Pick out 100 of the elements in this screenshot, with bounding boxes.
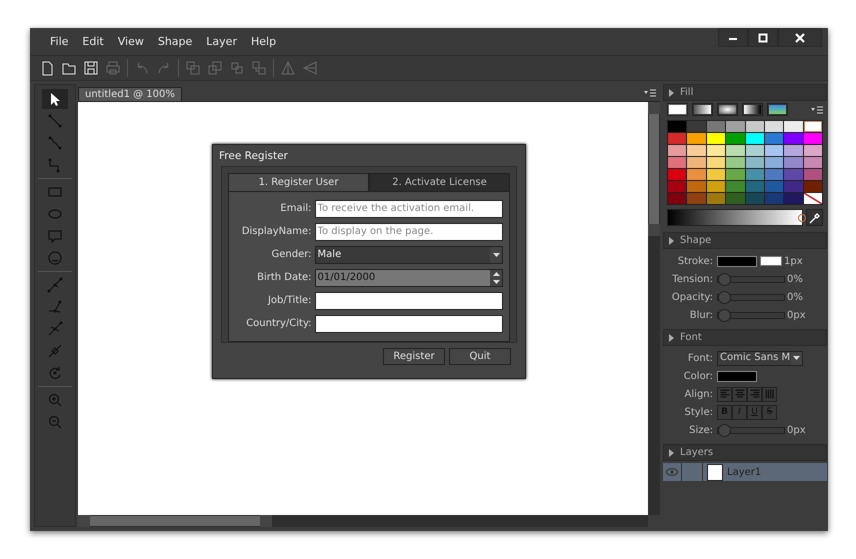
- menu-item[interactable]: Help: [250, 35, 276, 48]
- color-swatch[interactable]: [804, 157, 822, 168]
- color-swatch[interactable]: [668, 121, 686, 132]
- color-swatch[interactable]: [804, 133, 822, 144]
- color-swatch[interactable]: [764, 169, 784, 180]
- color-swatch[interactable]: [726, 121, 744, 132]
- menu-item[interactable]: View: [118, 35, 144, 48]
- menu-item[interactable]: Layer: [206, 35, 237, 48]
- document-tab[interactable]: untitled1 @ 100%: [78, 87, 182, 101]
- eyedropper-button[interactable]: [806, 209, 823, 226]
- gradient-bar[interactable]: [667, 209, 803, 226]
- color-swatch[interactable]: [706, 121, 726, 132]
- stroke-color-box[interactable]: [717, 256, 757, 266]
- font-dropdown[interactable]: Comic Sans M: [717, 350, 803, 366]
- color-swatch[interactable]: [668, 193, 686, 204]
- align-button[interactable]: [717, 386, 732, 402]
- color-swatch[interactable]: [784, 121, 803, 132]
- color-swatch[interactable]: [706, 193, 726, 204]
- color-swatch[interactable]: [804, 193, 822, 204]
- color-swatch[interactable]: [804, 145, 822, 156]
- panel-header[interactable]: Layers: [663, 444, 827, 461]
- color-swatch[interactable]: [726, 193, 744, 204]
- color-swatch[interactable]: [706, 169, 726, 180]
- color-swatch[interactable]: [764, 145, 784, 156]
- align-button[interactable]: [762, 386, 777, 402]
- color-swatch[interactable]: [668, 145, 686, 156]
- color-swatch[interactable]: [746, 193, 764, 204]
- color-swatch[interactable]: [706, 145, 726, 156]
- fill-type-button[interactable]: [667, 103, 688, 116]
- color-swatch[interactable]: [687, 145, 706, 156]
- spin-down-icon[interactable]: [492, 280, 500, 284]
- dialog-button[interactable]: Quit: [449, 348, 511, 365]
- date-field[interactable]: 01/01/2000: [314, 268, 503, 286]
- input-field[interactable]: To display on the page.: [314, 222, 503, 240]
- color-swatch[interactable]: [687, 121, 706, 132]
- color-swatch[interactable]: [746, 181, 764, 192]
- color-swatch[interactable]: [764, 133, 784, 144]
- color-swatch[interactable]: [804, 181, 822, 192]
- color-swatch[interactable]: [764, 121, 784, 132]
- panel-menu-icon[interactable]: [811, 106, 823, 114]
- color-swatch[interactable]: [784, 181, 803, 192]
- color-swatch[interactable]: [746, 145, 764, 156]
- color-swatch[interactable]: [668, 169, 686, 180]
- fill-type-button[interactable]: [717, 103, 738, 116]
- tab-menu-icon[interactable]: [644, 88, 656, 96]
- color-swatch[interactable]: [726, 169, 744, 180]
- color-swatch[interactable]: [706, 133, 726, 144]
- fill-type-button[interactable]: [692, 103, 713, 116]
- fill-type-button[interactable]: [767, 103, 788, 116]
- dialog-button[interactable]: Register: [383, 348, 445, 365]
- color-swatch[interactable]: [726, 145, 744, 156]
- color-swatch[interactable]: [668, 133, 686, 144]
- color-swatch[interactable]: [687, 169, 706, 180]
- color-swatch[interactable]: [726, 133, 744, 144]
- font-color-box[interactable]: [717, 370, 757, 382]
- color-swatch[interactable]: [668, 157, 686, 168]
- slider-thumb[interactable]: [718, 424, 731, 436]
- menu-item[interactable]: Edit: [82, 35, 104, 48]
- tool-button[interactable]: [42, 89, 68, 109]
- horizontal-scrollbar[interactable]: [78, 515, 648, 527]
- color-swatch[interactable]: [687, 193, 706, 204]
- eye-icon[interactable]: [666, 468, 678, 476]
- align-button[interactable]: [732, 386, 747, 402]
- color-swatch[interactable]: [687, 157, 706, 168]
- color-swatch[interactable]: [706, 157, 726, 168]
- color-swatch[interactable]: [726, 157, 744, 168]
- menu-item[interactable]: File: [50, 35, 68, 48]
- panel-header[interactable]: Font: [663, 329, 827, 346]
- color-swatch[interactable]: [784, 193, 803, 204]
- color-swatch[interactable]: [804, 121, 822, 132]
- color-swatch[interactable]: [706, 181, 726, 192]
- color-swatch[interactable]: [687, 133, 706, 144]
- color-swatch[interactable]: [746, 157, 764, 168]
- color-swatch[interactable]: [764, 157, 784, 168]
- color-swatch[interactable]: [784, 157, 803, 168]
- color-swatch[interactable]: [804, 169, 822, 180]
- maximize-button[interactable]: [748, 28, 778, 47]
- spin-up-icon[interactable]: [492, 272, 500, 276]
- color-swatch[interactable]: [746, 121, 764, 132]
- align-button[interactable]: [747, 386, 762, 402]
- layer-row[interactable]: Layer1: [663, 463, 827, 481]
- close-button[interactable]: [778, 28, 822, 47]
- color-swatch[interactable]: [726, 181, 744, 192]
- color-swatch[interactable]: [668, 181, 686, 192]
- fill-type-button[interactable]: [742, 103, 763, 116]
- panel-header[interactable]: Fill: [663, 84, 827, 101]
- color-swatch[interactable]: [746, 169, 764, 180]
- input-field[interactable]: [314, 314, 503, 332]
- dialog-tab[interactable]: 2. Activate License: [369, 173, 510, 192]
- dropdown[interactable]: Male: [314, 246, 503, 264]
- slider-thumb[interactable]: [718, 290, 731, 304]
- color-swatch[interactable]: [784, 145, 803, 156]
- vertical-scrollbar[interactable]: [648, 102, 660, 515]
- input-field[interactable]: To receive the activation email.: [314, 200, 503, 218]
- color-swatch[interactable]: [687, 181, 706, 192]
- stroke-width-box[interactable]: [760, 256, 782, 266]
- panel-header[interactable]: Shape: [663, 232, 827, 249]
- minimize-button[interactable]: [718, 28, 748, 47]
- menu-item[interactable]: Shape: [158, 35, 192, 48]
- color-swatch[interactable]: [764, 193, 784, 204]
